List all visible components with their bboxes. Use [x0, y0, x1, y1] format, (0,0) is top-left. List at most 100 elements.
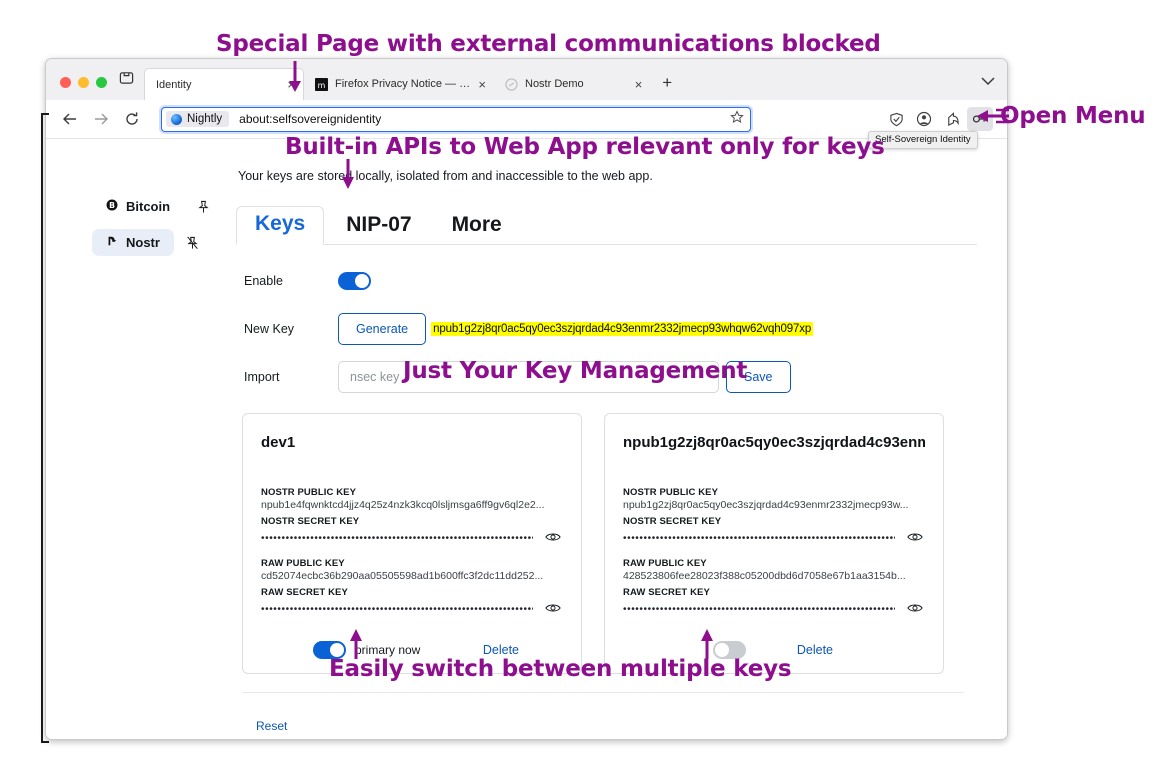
star-icon[interactable]: [730, 109, 744, 129]
tab-identity[interactable]: Identity ×: [144, 68, 304, 100]
raw-public-key-label: RAW PUBLIC KEY: [623, 558, 707, 569]
close-icon[interactable]: ×: [287, 78, 295, 91]
annotation-open-menu: Open Menu: [1000, 103, 1146, 129]
delete-key-button[interactable]: Delete: [797, 643, 833, 657]
raw-public-key-value: 428523806fee28023f388c05200dbd6d7058e67b…: [623, 570, 906, 582]
bitcoin-icon: B: [106, 199, 118, 214]
nostr-public-key-value: npub1e4fqwnktcd4jjz4q25z4nzk3kcq0lsljmsg…: [261, 499, 545, 511]
eye-icon[interactable]: [545, 601, 563, 619]
account-icon[interactable]: [911, 107, 937, 131]
primary-label: primary now: [355, 643, 421, 657]
url-bar[interactable]: Nightly about:selfsovereignidentity: [161, 106, 751, 132]
nostr-secret-key-row: ••••••••••••••••••••••••••••••••••••••••…: [261, 530, 563, 548]
close-window-button[interactable]: [60, 77, 71, 88]
key-cards: dev1 NOSTR PUBLIC KEY npub1e4fqwnktcd4jj…: [236, 413, 977, 674]
tab-firefox-privacy-notice[interactable]: m Firefox Privacy Notice — Mozilla ×: [304, 68, 494, 100]
page-subtitle: Your keys are stored locally, isolated f…: [238, 169, 653, 183]
unpin-icon[interactable]: [184, 234, 202, 252]
new-key-label: New Key: [244, 322, 295, 336]
raw-secret-key-label: RAW SECRET KEY: [623, 587, 710, 598]
key-card-title: npub1g2zj8qr0ac5qy0ec3szjqrdad4c93enm: [623, 434, 925, 451]
key-icon[interactable]: [967, 107, 993, 131]
reload-button[interactable]: [118, 106, 146, 132]
import-input-placeholder: nsec key: [350, 370, 400, 384]
nostr-secret-key-masked: ••••••••••••••••••••••••••••••••••••••••…: [623, 533, 895, 544]
tab-label: Nostr Demo: [525, 78, 584, 90]
tab-nostr-demo[interactable]: Nostr Demo ×: [494, 68, 650, 100]
raw-secret-key-masked: ••••••••••••••••••••••••••••••••••••••••…: [623, 604, 895, 615]
browser-window: Identity × m Firefox Privacy Notice — Mo…: [45, 58, 1008, 740]
identity-chip-label: Nightly: [187, 113, 223, 125]
enable-label: Enable: [244, 274, 283, 288]
section-tabs: Keys NIP-07 More: [236, 205, 977, 245]
sidebar-item-nostr[interactable]: Nostr: [92, 229, 174, 256]
browser-toolbar-icons: [883, 107, 997, 131]
identity-chip[interactable]: Nightly: [166, 111, 230, 127]
annotation-key-management: Just Your Key Management: [403, 358, 748, 384]
share-icon[interactable]: [939, 107, 965, 131]
enable-row: Enable: [244, 261, 977, 301]
eye-icon[interactable]: [545, 530, 563, 548]
generate-button[interactable]: Generate: [338, 313, 427, 345]
divider: [242, 692, 964, 693]
raw-secret-key-row: ••••••••••••••••••••••••••••••••••••••••…: [623, 601, 925, 619]
nostr-secret-key-row: ••••••••••••••••••••••••••••••••••••••••…: [623, 530, 925, 548]
raw-public-key-label: RAW PUBLIC KEY: [261, 558, 345, 569]
tab-more[interactable]: More: [434, 208, 520, 245]
mozilla-icon: m: [315, 77, 328, 91]
raw-secret-key-row: ••••••••••••••••••••••••••••••••••••••••…: [261, 601, 563, 619]
reset-button[interactable]: Reset: [256, 719, 287, 733]
new-tab-button[interactable]: +: [650, 74, 682, 100]
svg-text:B: B: [109, 201, 115, 210]
nostr-icon: [505, 77, 518, 91]
key-card: npub1g2zj8qr0ac5qy0ec3szjqrdad4c93enm NO…: [604, 413, 944, 674]
nostr-secret-key-label: NOSTR SECRET KEY: [623, 516, 722, 527]
nightly-logo-icon: [171, 113, 182, 125]
pin-icon[interactable]: [194, 198, 212, 216]
annotation-builtin-apis: Built-in APIs to Web App relevant only f…: [285, 134, 885, 160]
key-card-title: dev1: [261, 434, 296, 451]
forward-button[interactable]: [87, 106, 115, 132]
chevron-down-icon[interactable]: [981, 73, 995, 91]
annotation-special-page: Special Page with external communication…: [216, 31, 881, 57]
nostr-secret-key-label: NOSTR SECRET KEY: [261, 516, 360, 527]
tab-nip07[interactable]: NIP-07: [328, 208, 429, 245]
svg-text:m: m: [318, 80, 326, 89]
raw-public-key-value: cd52074ecbc36b290aa05505598ad1b600ffc3f2…: [261, 570, 544, 582]
eye-icon[interactable]: [907, 601, 925, 619]
shield-icon[interactable]: [883, 107, 909, 131]
back-button[interactable]: [56, 106, 84, 132]
url-text[interactable]: about:selfsovereignidentity: [239, 112, 730, 126]
eye-icon[interactable]: [907, 530, 925, 548]
page-sidebar: B Bitcoin Nostr: [46, 161, 236, 739]
key-card: dev1 NOSTR PUBLIC KEY npub1e4fqwnktcd4jj…: [242, 413, 582, 674]
tab-keys[interactable]: Keys: [236, 206, 325, 245]
list-all-tabs-icon[interactable]: [117, 70, 144, 100]
sidebar-item-bitcoin[interactable]: B Bitcoin: [92, 193, 184, 220]
minimize-window-button[interactable]: [78, 77, 89, 88]
close-icon[interactable]: ×: [478, 78, 486, 91]
window-controls: [56, 77, 117, 100]
new-key-row: New Key Generate npub1g2zj8qr0ac5qy0ec3s…: [244, 309, 977, 349]
nostr-public-key-label: NOSTR PUBLIC KEY: [623, 487, 719, 498]
nostr-public-key-value: npub1g2zj8qr0ac5qy0ec3szjqrdad4c93enmr23…: [623, 499, 909, 511]
page-main: Your keys are stored locally, isolated f…: [236, 161, 1007, 739]
enable-toggle[interactable]: [338, 272, 371, 290]
sidebar-row-nostr: Nostr: [92, 229, 236, 256]
close-icon[interactable]: ×: [635, 78, 643, 91]
import-label: Import: [244, 370, 280, 384]
sidebar-row-bitcoin: B Bitcoin: [92, 193, 236, 220]
raw-secret-key-label: RAW SECRET KEY: [261, 587, 348, 598]
sidebar-item-label: Nostr: [126, 235, 160, 250]
tab-strip: Identity × m Firefox Privacy Notice — Mo…: [46, 59, 1007, 100]
nostr-icon: [106, 235, 118, 250]
maximize-window-button[interactable]: [96, 77, 107, 88]
nostr-secret-key-masked: ••••••••••••••••••••••••••••••••••••••••…: [261, 533, 533, 544]
tab-label: Firefox Privacy Notice — Mozilla: [335, 78, 471, 90]
page-content: B Bitcoin Nostr Your keys are stored loc…: [46, 139, 1007, 739]
sidebar-item-label: Bitcoin: [126, 199, 171, 214]
generated-key-value: npub1g2zj8qr0ac5qy0ec3szjqrdad4c93enmr23…: [431, 322, 814, 336]
annotation-switch-keys: Easily switch between multiple keys: [329, 656, 792, 682]
delete-key-button[interactable]: Delete: [483, 643, 519, 657]
raw-secret-key-masked: ••••••••••••••••••••••••••••••••••••••••…: [261, 604, 533, 615]
